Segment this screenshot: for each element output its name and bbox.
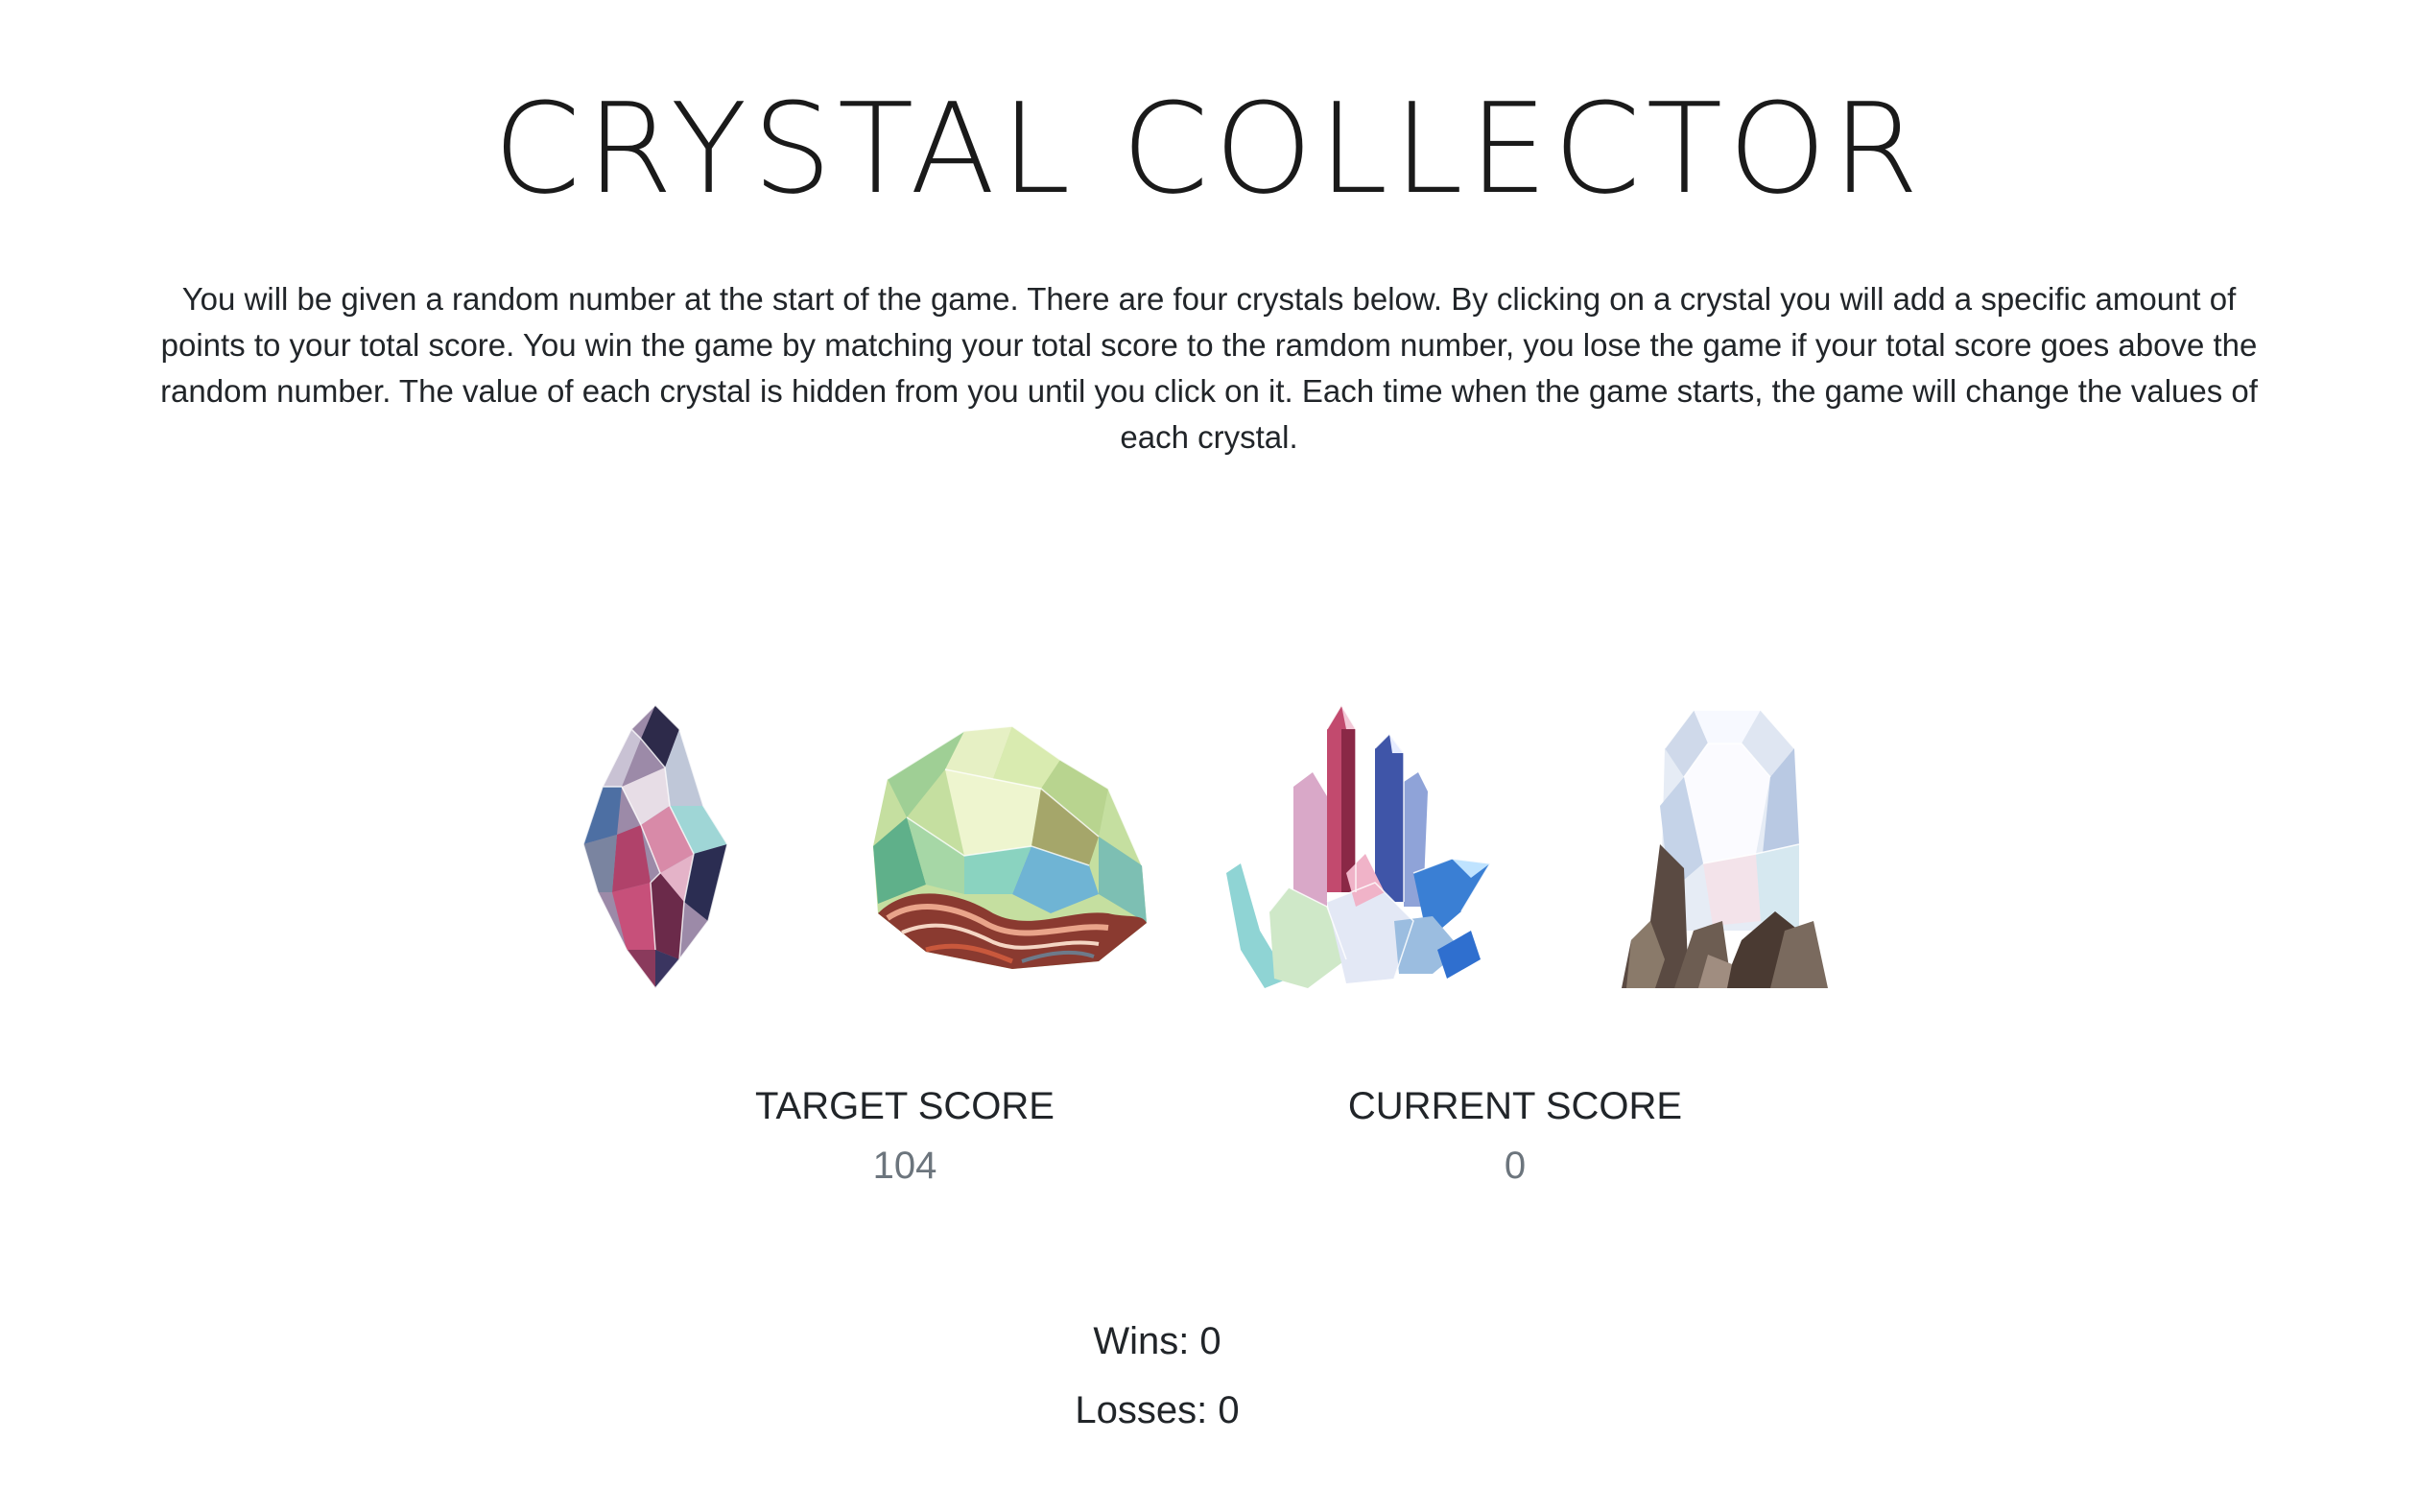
crystal-button-2[interactable] bbox=[868, 721, 1156, 976]
page-title: CRYSTAL COLLECTOR bbox=[493, 76, 1925, 222]
crystal-row bbox=[0, 700, 2418, 1007]
crystal-button-3[interactable] bbox=[1221, 700, 1509, 993]
crystal-button-4[interactable] bbox=[1617, 700, 1833, 993]
current-score-panel: CURRENT SCORE 0 bbox=[1275, 1079, 1755, 1193]
target-score-value: 104 bbox=[872, 1145, 937, 1187]
wins-counter: Wins: 0 bbox=[1093, 1320, 1221, 1362]
current-score-value: 0 bbox=[1504, 1145, 1527, 1187]
green-geode-icon bbox=[873, 725, 1147, 969]
clear-quartz-crystal-icon bbox=[1622, 709, 1828, 988]
current-score-label: CURRENT SCORE bbox=[1347, 1085, 1683, 1127]
purple-crystal-icon bbox=[582, 704, 728, 990]
crystal-button-1[interactable] bbox=[574, 700, 737, 993]
losses-counter: Losses: 0 bbox=[1075, 1389, 1240, 1431]
target-score-label: TARGET SCORE bbox=[755, 1085, 1055, 1127]
target-score-panel: TARGET SCORE 104 bbox=[665, 1079, 1145, 1193]
pink-blue-crystal-cluster-icon bbox=[1226, 703, 1492, 988]
game-instructions: You will be given a random number at the… bbox=[160, 281, 2258, 455]
